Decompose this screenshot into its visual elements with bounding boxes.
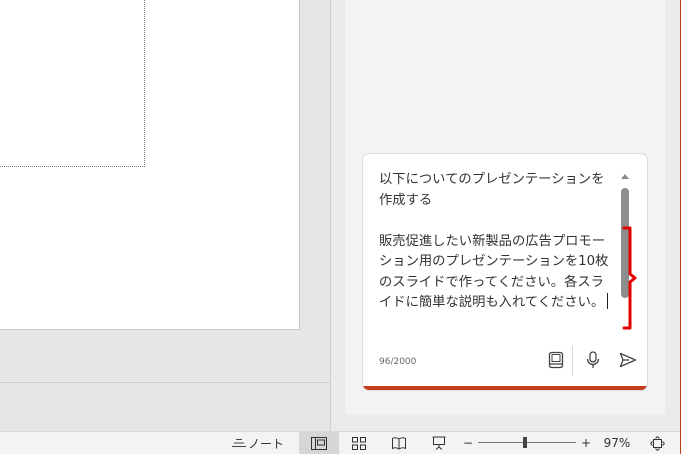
normal-view-button[interactable] [299,432,339,454]
prompt-guide-button[interactable] [545,349,567,371]
prompt-text: 以下についてのプレゼンテーションを作成する 販売促進したい新製品の広告プロモーシ… [379,172,609,310]
send-icon [619,352,637,368]
prompt-textbox[interactable]: 以下についてのプレゼンテーションを作成する 販売促進したい新製品の広告プロモーシ… [379,170,611,314]
send-button[interactable] [617,349,639,371]
reading-view-button[interactable] [384,432,414,454]
zoom-in-button[interactable]: + [579,432,593,454]
zoom-percent: 97% [603,436,631,450]
zoom-slider-thumb[interactable] [523,437,527,448]
slideshow-icon [432,436,446,450]
copilot-pane-body: 以下についてのプレゼンテーションを作成する 販売促進したい新製品の広告プロモーシ… [345,0,665,414]
content-placeholder[interactable] [0,0,145,167]
reading-view-icon [392,436,406,450]
slide-sorter-icon [352,436,366,450]
fit-to-window-button[interactable] [646,432,668,454]
text-caret [607,293,609,309]
status-bar: ノート − + 97% [0,431,681,454]
fit-to-window-icon [649,435,665,451]
microphone-button[interactable] [582,349,604,371]
copilot-pane: 以下についてのプレゼンテーションを作成する 販売促進したい新製品の広告プロモーシ… [331,0,681,431]
slide-canvas[interactable] [0,0,300,330]
notes-area[interactable] [0,383,330,431]
notes-toggle[interactable]: ノート [232,432,284,454]
zoom-percent-button[interactable]: 97% [600,432,634,454]
char-counter: 96/2000 [379,357,417,367]
slideshow-button[interactable] [424,432,454,454]
microphone-icon [586,351,600,368]
notes-label: ノート [248,436,285,451]
normal-view-icon [311,436,327,450]
notes-icon [232,439,246,447]
zoom-slider-track[interactable] [478,442,576,443]
card-accent-bar [363,386,647,390]
zoom-out-button[interactable]: − [461,432,475,454]
slide-sorter-button[interactable] [344,432,374,454]
slide-editor-area [0,0,330,382]
book-icon [548,351,564,369]
red-bracket-annotation [622,226,637,330]
toolbar-separator [572,346,573,376]
zoom-in-label: + [580,436,592,450]
zoom-out-label: − [462,436,474,450]
scroll-up-arrow[interactable] [621,174,629,179]
prompt-card: 以下についてのプレゼンテーションを作成する 販売促進したい新製品の広告プロモーシ… [362,153,648,391]
